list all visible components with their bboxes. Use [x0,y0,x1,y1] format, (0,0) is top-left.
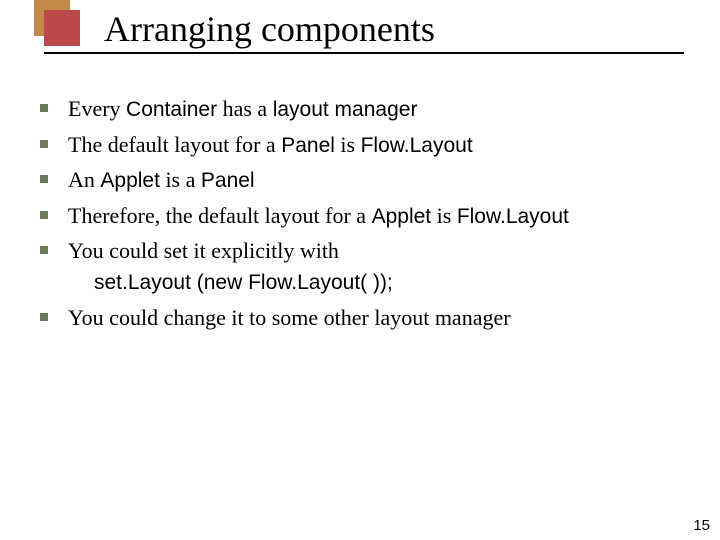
keyword: Applet [372,205,432,228]
slide-header: Arranging components [0,0,720,64]
text: You could change it to some other layout… [68,305,511,330]
text: is a [160,167,201,192]
title-underline [44,52,684,54]
text: Therefore, the default layout for a [68,203,372,228]
text: An [68,167,100,192]
slide-content: Every Container has a layout manager The… [34,92,708,336]
text: The default layout for a [68,132,281,157]
keyword: Container [126,98,217,121]
decor-square-front [44,10,80,46]
list-item: Therefore, the default layout for a Appl… [34,199,708,233]
list-item: The default layout for a Panel is Flow.L… [34,128,708,162]
keyword: Applet [100,169,160,192]
code-line: set.Layout (new Flow.Layout( )); [68,267,708,299]
page-number: 15 [693,517,710,534]
text: is [431,203,457,228]
keyword: Panel [201,169,255,192]
bullet-list: Every Container has a layout manager The… [34,92,708,334]
text: You could set it explicitly with [68,238,339,263]
keyword: Flow.Layout [361,134,473,157]
text: has a [217,96,273,121]
list-item: You could change it to some other layout… [34,301,708,334]
list-item: An Applet is a Panel [34,163,708,197]
list-item: You could set it explicitly with set.Lay… [34,234,708,299]
keyword: layout manager [273,98,418,121]
list-item: Every Container has a layout manager [34,92,708,126]
text: Every [68,96,126,121]
text: is [335,132,361,157]
keyword: Flow.Layout [457,205,569,228]
keyword: Panel [281,134,335,157]
slide-title: Arranging components [104,8,435,50]
